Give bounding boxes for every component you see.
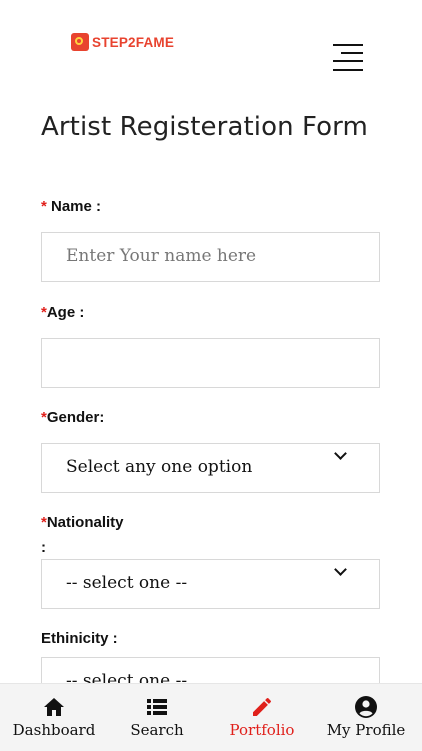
- ethnicity-label: Ethinicity :: [41, 630, 118, 647]
- nav-label: Search: [130, 721, 184, 739]
- name-label-text: Name :: [46, 198, 102, 215]
- nav-label: My Profile: [326, 721, 406, 739]
- logo-text: STEP2FAME: [92, 34, 175, 50]
- chevron-down-icon: [334, 447, 347, 460]
- list-icon: [145, 695, 169, 719]
- user-circle-icon: [354, 695, 378, 719]
- nationality-selected-value: -- select one --: [66, 573, 188, 593]
- age-label-text: Age :: [46, 304, 85, 321]
- age-input[interactable]: [41, 338, 380, 388]
- name-label: * Name :: [41, 198, 101, 215]
- nationality-label-colon: :: [41, 539, 46, 556]
- chevron-down-icon: [334, 563, 347, 576]
- menu-line: [333, 44, 363, 46]
- menu-line: [333, 60, 363, 62]
- gender-label: *Gender:: [41, 409, 104, 426]
- name-placeholder: Enter Your name here: [66, 246, 257, 266]
- nav-my-profile[interactable]: My Profile: [326, 684, 406, 751]
- nav-portfolio[interactable]: Portfolio: [226, 684, 298, 751]
- pencil-icon: [250, 695, 274, 719]
- menu-line: [341, 52, 363, 54]
- nationality-label: *Nationality: [41, 514, 124, 531]
- name-input[interactable]: Enter Your name here: [41, 232, 380, 282]
- age-label: *Age :: [41, 304, 84, 321]
- nationality-select[interactable]: -- select one --: [41, 559, 380, 609]
- nav-label: Dashboard: [12, 721, 96, 739]
- nav-dashboard[interactable]: Dashboard: [12, 684, 96, 751]
- nav-search[interactable]: Search: [128, 684, 186, 751]
- home-icon: [42, 695, 66, 719]
- page-title: Artist Registeration Form: [41, 112, 368, 142]
- nav-label: Portfolio: [229, 721, 295, 739]
- gender-selected-value: Select any one option: [66, 457, 253, 477]
- gender-label-text: Gender:: [46, 409, 105, 426]
- nationality-label-text: Nationality: [46, 514, 124, 531]
- menu-line: [333, 69, 363, 71]
- menu-button[interactable]: [333, 44, 363, 72]
- gender-select[interactable]: Select any one option: [41, 443, 380, 493]
- app-header: STEP2FAME: [0, 0, 422, 100]
- brand-logo[interactable]: STEP2FAME: [71, 32, 174, 52]
- bottom-navigation: Dashboard Search Portfolio My Profile: [0, 683, 422, 751]
- logo-mark-icon: [71, 33, 89, 51]
